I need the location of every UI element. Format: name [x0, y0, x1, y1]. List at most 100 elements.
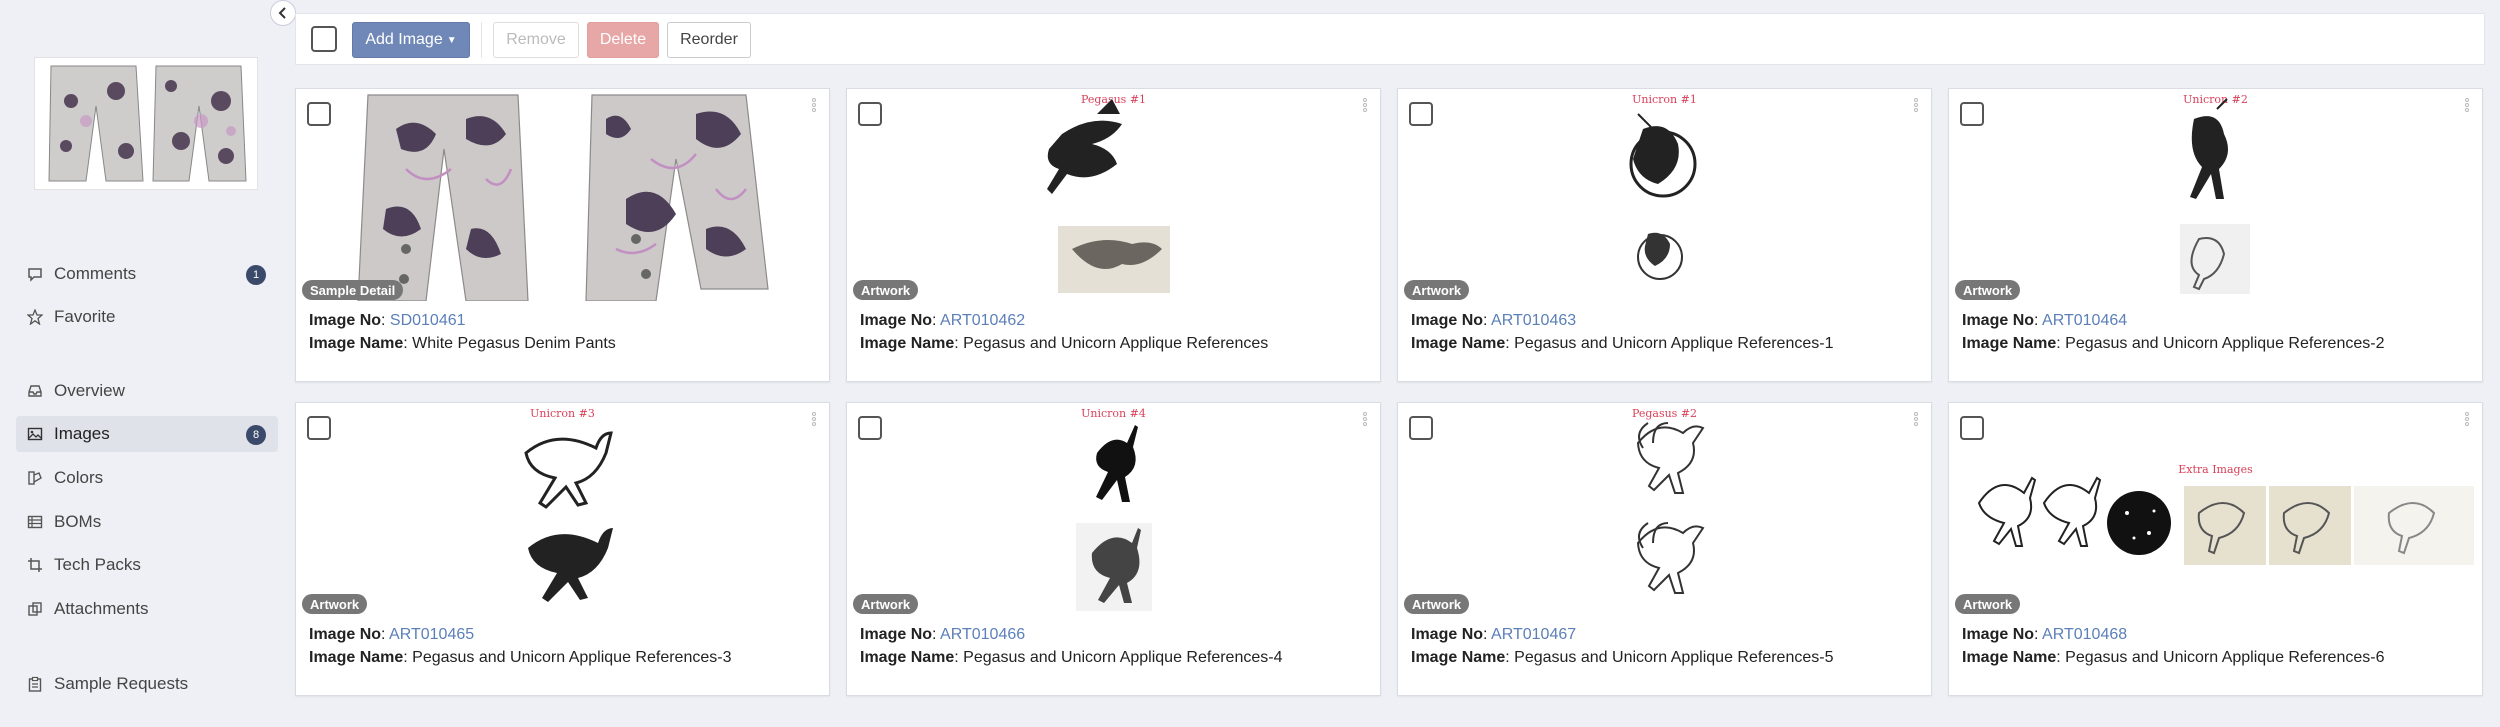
image-card[interactable]: Unicron #3 Artwork Image No: ART010465 I…	[295, 402, 830, 696]
card-select-checkbox[interactable]	[1960, 416, 1984, 440]
image-no-link[interactable]: SD010461	[390, 312, 466, 329]
card-more-menu-icon[interactable]	[809, 97, 819, 119]
card-select-checkbox[interactable]	[1409, 416, 1433, 440]
card-more-menu-icon[interactable]	[1360, 97, 1370, 119]
image-name-label: Image Name	[1411, 649, 1506, 666]
crop-icon	[26, 556, 44, 574]
sidebar-item-colors[interactable]: Colors	[16, 460, 278, 496]
image-name-value: White Pegasus Denim Pants	[412, 335, 616, 352]
image-no-link[interactable]: ART010467	[1491, 626, 1576, 643]
image-card[interactable]: Unicron #1 Artwork Image No: ART010463 I…	[1397, 88, 1932, 382]
image-icon	[26, 425, 44, 443]
card-image[interactable]	[296, 89, 829, 301]
image-type-badge: Artwork	[1404, 594, 1470, 614]
card-image[interactable]: Extra Images	[1949, 403, 2482, 615]
image-name-value: Pegasus and Unicorn Applique References-…	[412, 649, 732, 666]
table-list-icon	[26, 513, 44, 531]
sidebar-item-favorite[interactable]: Favorite	[16, 299, 278, 335]
image-type-badge: Artwork	[853, 280, 919, 300]
image-card[interactable]: Unicron #4 Artwork Image No: ART010466 I…	[846, 402, 1381, 696]
image-no-link[interactable]: ART010464	[2042, 312, 2127, 329]
style-thumbnail[interactable]	[34, 57, 258, 190]
card-select-checkbox[interactable]	[1409, 102, 1433, 126]
image-no-label: Image No	[309, 312, 382, 329]
image-no-link[interactable]: ART010463	[1491, 312, 1576, 329]
collapse-sidebar-button[interactable]	[270, 0, 296, 26]
image-card[interactable]: Pegasus #2 Artwork Image No: ART010467 I…	[1397, 402, 1932, 696]
card-info: Image No: SD010461 Image Name: White Peg…	[309, 312, 616, 352]
image-name-value: Pegasus and Unicorn Applique References-…	[2065, 335, 2385, 352]
image-no-link[interactable]: ART010466	[940, 626, 1025, 643]
caret-down-icon: ▼	[446, 34, 457, 46]
image-name-label: Image Name	[309, 649, 404, 666]
sidebar-item-label: Images	[54, 424, 110, 443]
card-image[interactable]: Unicron #4	[847, 403, 1380, 615]
image-name-label: Image Name	[1962, 649, 2057, 666]
sidebar-item-tech-packs[interactable]: Tech Packs	[16, 547, 278, 583]
image-name-label: Image Name	[309, 335, 404, 352]
image-no-link[interactable]: ART010462	[940, 312, 1025, 329]
card-info: Image No: ART010462 Image Name: Pegasus …	[860, 312, 1269, 352]
card-more-menu-icon[interactable]	[1360, 411, 1370, 433]
reorder-button[interactable]: Reorder	[667, 22, 751, 58]
image-name-label: Image Name	[860, 335, 955, 352]
unicorn-artwork	[1629, 113, 1697, 280]
card-info: Image No: ART010463 Image Name: Pegasus …	[1411, 312, 1834, 352]
add-image-label: Add Image	[365, 31, 443, 48]
card-more-menu-icon[interactable]	[1911, 411, 1921, 433]
card-image[interactable]: Pegasus #1	[847, 89, 1380, 301]
card-more-menu-icon[interactable]	[2462, 411, 2472, 433]
select-all-checkbox[interactable]	[311, 26, 337, 52]
extra-images-artwork	[1977, 476, 2474, 565]
remove-button[interactable]: Remove	[493, 22, 579, 58]
card-select-checkbox[interactable]	[1960, 102, 1984, 126]
image-name-value: Pegasus and Unicorn Applique References-…	[2065, 649, 2385, 666]
pegasus-artwork	[1047, 99, 1170, 293]
sidebar-item-label: BOMs	[54, 512, 102, 531]
card-more-menu-icon[interactable]	[2462, 97, 2472, 119]
image-card[interactable]: Extra Images Artwork Image No: ART010468…	[1948, 402, 2483, 696]
card-image[interactable]: Unicron #2	[1949, 89, 2482, 301]
image-name-value: Pegasus and Unicorn Applique References-…	[1514, 335, 1834, 352]
sidebar-item-label: Overview	[54, 381, 125, 400]
card-more-menu-icon[interactable]	[1911, 97, 1921, 119]
add-image-button[interactable]: Add Image ▼	[352, 22, 470, 58]
card-select-checkbox[interactable]	[858, 102, 882, 126]
delete-button[interactable]: Delete	[587, 22, 659, 58]
card-select-checkbox[interactable]	[307, 102, 331, 126]
comments-count-badge: 1	[246, 265, 266, 285]
image-no-label: Image No	[1411, 626, 1484, 643]
sidebar-item-images[interactable]: Images 8	[16, 416, 278, 452]
sidebar-item-sample-requests[interactable]: Sample Requests	[16, 666, 278, 702]
image-card[interactable]: Unicron #2 Artwork Image No: ART010464 I…	[1948, 88, 2483, 382]
image-type-badge: Artwork	[302, 594, 368, 614]
chevron-left-icon	[278, 7, 286, 19]
image-no-link[interactable]: ART010465	[389, 626, 474, 643]
sidebar-item-boms[interactable]: BOMs	[16, 504, 278, 540]
image-no-label: Image No	[1411, 312, 1484, 329]
image-card[interactable]: Sample Detail Image No: SD010461 Image N…	[295, 88, 830, 382]
toolbar-divider	[481, 22, 482, 58]
image-no-label: Image No	[860, 312, 933, 329]
image-card[interactable]: Pegasus #1 Artwork Image No: ART010462 I…	[846, 88, 1381, 382]
image-no-label: Image No	[860, 626, 933, 643]
image-no-link[interactable]: ART010468	[2042, 626, 2127, 643]
sidebar-item-overview[interactable]: Overview	[16, 373, 278, 409]
card-image[interactable]: Unicron #1	[1398, 89, 1931, 301]
card-more-menu-icon[interactable]	[809, 411, 819, 433]
image-name-label: Image Name	[1411, 335, 1506, 352]
card-info: Image No: ART010464 Image Name: Pegasus …	[1962, 312, 2385, 352]
card-image[interactable]: Pegasus #2	[1398, 403, 1931, 615]
sidebar-item-comments[interactable]: Comments 1	[16, 256, 278, 292]
image-name-value: Pegasus and Unicorn Applique References-…	[1514, 649, 1834, 666]
image-name-label: Image Name	[1962, 335, 2057, 352]
card-select-checkbox[interactable]	[858, 416, 882, 440]
image-name-value: Pegasus and Unicorn Applique References	[963, 335, 1269, 352]
sidebar-item-attachments[interactable]: Attachments	[16, 591, 278, 627]
card-info: Image No: ART010466 Image Name: Pegasus …	[860, 626, 1283, 666]
pegasus-artwork	[1636, 422, 1705, 594]
card-image[interactable]: Unicron #3	[296, 403, 829, 615]
card-select-checkbox[interactable]	[307, 416, 331, 440]
sidebar-item-label: Favorite	[54, 307, 116, 326]
pants-photo	[357, 94, 769, 301]
